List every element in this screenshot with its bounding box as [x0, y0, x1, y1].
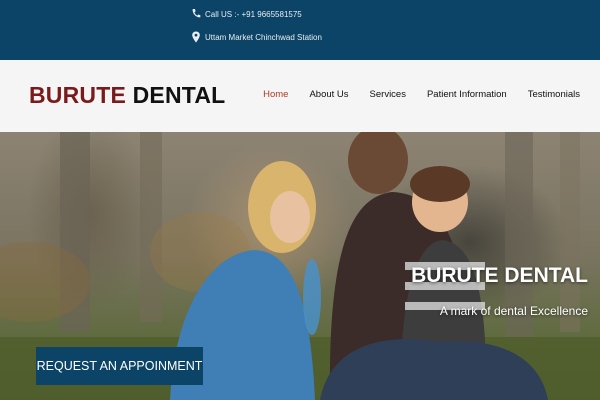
logo-word-1: BURUTE — [29, 82, 127, 108]
map-pin-icon — [191, 31, 201, 43]
hero-banner: BURUTE DENTAL A mark of dental Excellenc… — [0, 132, 600, 400]
nav-item-about-us[interactable]: About Us — [309, 89, 348, 100]
site-logo[interactable]: BURUTE DENTAL — [29, 82, 225, 109]
nav-item-testimonials[interactable]: Testimonials — [528, 89, 580, 100]
hero-subtitle: A mark of dental Excellence — [439, 304, 588, 318]
logo-word-2: DENTAL — [132, 82, 226, 108]
phone-text: Call US :- +91 9665581575 — [205, 9, 302, 19]
phone-contact[interactable]: Call US :- +91 9665581575 — [191, 8, 302, 20]
nav-item-home[interactable]: Home — [263, 89, 288, 100]
nav-item-services[interactable]: Services — [370, 89, 406, 100]
address-contact[interactable]: Uttam Market Chinchwad Station — [191, 31, 322, 43]
phone-icon — [191, 8, 201, 20]
site-header: BURUTE DENTAL Home About Us Services Pat… — [0, 60, 600, 132]
top-contact-bar: Call US :- +91 9665581575 Uttam Market C… — [0, 0, 600, 60]
request-appointment-button[interactable]: REQUEST AN APPOINMENT — [36, 347, 203, 385]
address-text: Uttam Market Chinchwad Station — [205, 32, 322, 42]
main-nav: Home About Us Services Patient Informati… — [242, 89, 580, 100]
hero-title: BURUTE DENTAL — [411, 264, 588, 287]
nav-item-patient-information[interactable]: Patient Information — [427, 89, 507, 100]
